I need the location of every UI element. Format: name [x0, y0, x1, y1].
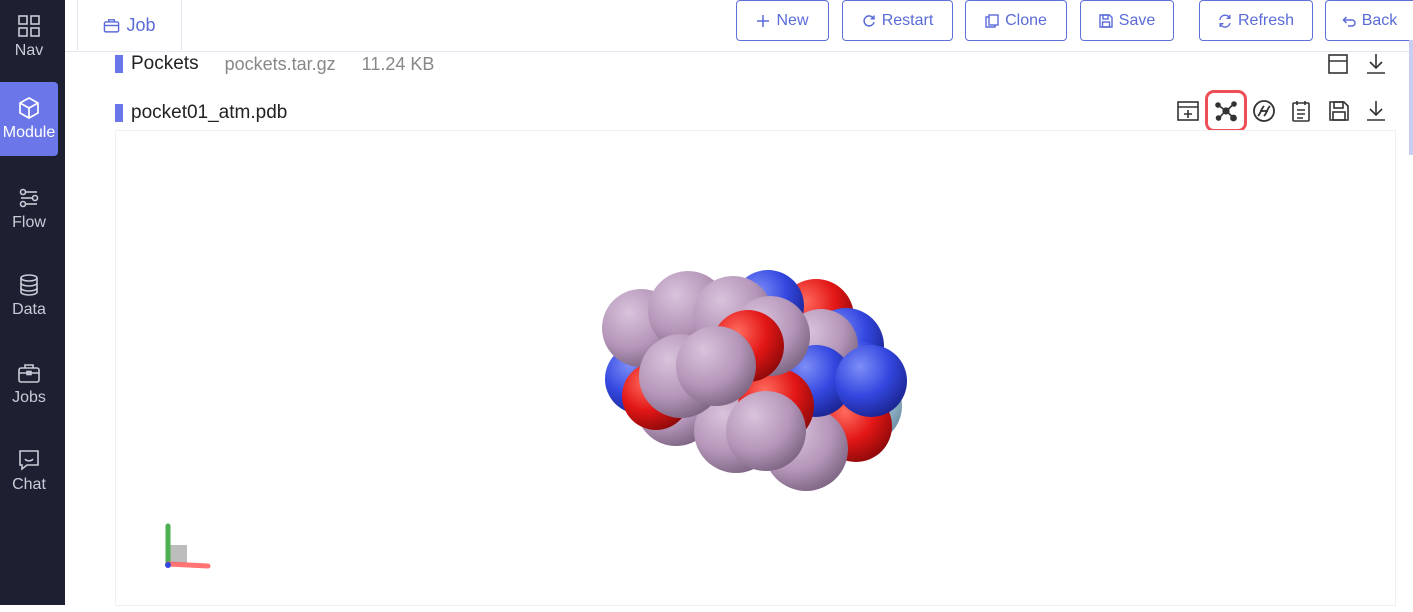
save-button-label: Save — [1118, 11, 1156, 29]
tab-label: Job — [126, 14, 156, 35]
sidebar-item-label: Data — [12, 301, 46, 318]
cube-icon — [19, 97, 39, 119]
download-icon[interactable] — [1363, 98, 1389, 124]
clone-button-label: Clone — [1005, 11, 1047, 29]
sidebar-item-label: Jobs — [12, 389, 46, 406]
floppy-icon — [1099, 13, 1113, 28]
save-button[interactable]: Save — [1080, 0, 1174, 41]
file-name: Pockets — [131, 53, 199, 74]
back-button[interactable]: Back — [1325, 0, 1413, 41]
flow-icon — [19, 188, 39, 208]
database-icon — [20, 274, 38, 296]
restart-icon — [863, 14, 875, 27]
back-button-label: Back — [1361, 11, 1398, 29]
sidebar-item-chat[interactable]: Chat — [0, 434, 58, 508]
plus-icon — [757, 14, 770, 27]
sidebar-item-module[interactable]: Module — [0, 82, 58, 156]
sidebar-item-flow[interactable]: Flow — [0, 172, 58, 246]
axes-gizmo — [165, 523, 211, 569]
new-button[interactable]: New — [736, 0, 829, 41]
grid-icon — [18, 15, 40, 37]
add-panel-icon[interactable] — [1175, 98, 1201, 124]
chat-icon — [19, 450, 39, 471]
briefcase-icon — [18, 364, 40, 383]
dna-icon[interactable] — [1251, 98, 1277, 124]
file-row-pockets[interactable]: Pockets pockets.tar.gz 11.24 KB — [115, 51, 434, 75]
scrolled-file-row-clip: Pockets pockets.tar.gz 11.24 KB — [0, 51, 1413, 75]
tab-job[interactable]: Job — [77, 0, 182, 50]
molecule-render[interactable] — [116, 131, 1397, 607]
file-size: 11.24 KB — [361, 53, 435, 74]
back-arrow-icon — [1342, 15, 1356, 27]
nitrogen-atom — [835, 345, 907, 417]
download-icon[interactable] — [1363, 51, 1389, 75]
sidebar-item-label: Flow — [12, 214, 46, 231]
molecule-network-icon[interactable] — [1205, 90, 1247, 132]
carbon-atom — [726, 391, 806, 471]
clone-button[interactable]: Clone — [965, 0, 1067, 41]
restart-button-label: Restart — [881, 11, 934, 29]
refresh-button-label: Refresh — [1237, 11, 1295, 29]
molecule-viewer[interactable] — [115, 130, 1396, 606]
file-marker — [115, 55, 123, 73]
header-bar: Job New Restart Clone Save Refresh Back — [65, 0, 1413, 52]
file-row-pocket01[interactable]: pocket01_atm.pdb — [115, 100, 287, 126]
sidebar: Nav Module Flow Data Jobs Chat — [0, 0, 65, 605]
notes-icon[interactable] — [1288, 98, 1314, 124]
carbon-atom — [676, 326, 756, 406]
sidebar-item-label: Module — [2, 124, 56, 141]
molecule-atoms — [602, 270, 907, 491]
restart-button[interactable]: Restart — [842, 0, 953, 41]
file-marker — [115, 104, 123, 122]
save-icon[interactable] — [1326, 98, 1352, 124]
file-name: pocket01_atm.pdb — [131, 102, 288, 123]
sidebar-item-data[interactable]: Data — [0, 259, 58, 333]
file-filename: pockets.tar.gz — [224, 53, 336, 74]
refresh-button[interactable]: Refresh — [1199, 0, 1313, 41]
job-tab-icon — [104, 18, 120, 33]
new-button-label: New — [776, 11, 809, 29]
panel-icon[interactable] — [1325, 51, 1351, 75]
sidebar-item-label: Chat — [12, 476, 46, 493]
copy-icon — [985, 13, 999, 28]
sidebar-item-jobs[interactable]: Jobs — [0, 347, 58, 421]
refresh-icon — [1219, 14, 1231, 28]
